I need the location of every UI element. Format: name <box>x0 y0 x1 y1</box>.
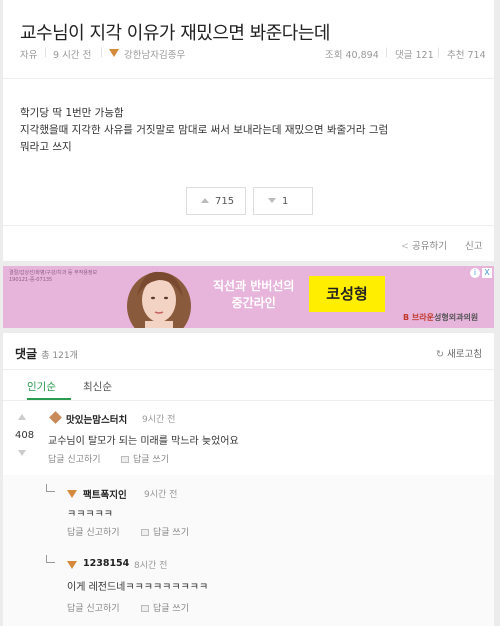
reply-icon <box>141 529 149 536</box>
comment-nick[interactable]: 맛있는맘스터치 <box>66 412 127 426</box>
refresh-icon: ↻ <box>436 349 444 360</box>
comments-title: 댓글 <box>15 347 38 361</box>
user-rank-icon <box>67 561 77 569</box>
comment-text: ㅋㅋㅋㅋㅋ <box>67 509 113 520</box>
reply-icon <box>141 605 149 612</box>
comment-upvote-icon[interactable] <box>18 414 26 420</box>
comment-downvote-icon[interactable] <box>18 450 26 456</box>
clinic-logo-icon: B <box>403 313 410 322</box>
tab-latest[interactable]: 최신순 <box>83 379 112 394</box>
ad-banner[interactable]: 결절/갑상선/화병/구강/치과 등 부작용정보 190121-중-07135 직… <box>3 266 494 328</box>
comment-write-reply[interactable]: 답글 쓰기 <box>141 601 189 614</box>
report-button[interactable]: 신고 <box>465 238 482 252</box>
reply-item: 1238154 8시간 전 이게 레전드네ㅋㅋㅋㅋㅋㅋㅋㅋㅋ 답글 신고하기 답… <box>3 541 494 626</box>
comment-time: 9시간 전 <box>142 415 176 425</box>
ad-brand-box: 코성형 <box>309 276 385 312</box>
ad-model-image <box>127 271 191 328</box>
comment-write-reply[interactable]: 답글 쓰기 <box>121 452 169 465</box>
share-label: 공유하기 <box>412 241 447 252</box>
downvote-count: 1 <box>282 196 289 207</box>
user-rank-icon <box>49 411 62 424</box>
divider <box>3 78 494 79</box>
write-reply-label: 답글 쓰기 <box>153 604 189 614</box>
comment-item: 408 맛있는맘스터치 9시간 전 교수님이 탈모가 되는 미래를 막느라 늦었… <box>3 400 494 474</box>
comment-report-reply[interactable]: 답글 신고하기 <box>67 525 120 538</box>
clinic-suffix: 성형외과의원 <box>434 313 479 322</box>
divider <box>3 225 494 226</box>
upvote-count: 715 <box>215 196 235 207</box>
comment-report-reply[interactable]: 답글 신고하기 <box>67 601 120 614</box>
meta-divider: | <box>385 47 389 58</box>
post-title: 교수님이 지각 이유가 재밌으면 봐준다는데 <box>20 23 330 44</box>
comment-nick[interactable]: 팩트폭지인 <box>83 487 127 501</box>
clinic-name: 브라운 <box>411 313 434 322</box>
view-count: 조회 40,894 <box>325 50 379 61</box>
meta-divider: | <box>100 47 104 58</box>
comment-report-reply[interactable]: 답글 신고하기 <box>48 452 101 465</box>
post-body-line: 학기당 딱 1번만 가능함 <box>20 107 124 119</box>
tab-popular[interactable]: 인기순 <box>27 379 56 394</box>
refresh-label: 새로고침 <box>447 349 482 360</box>
post-body: 학기당 딱 1번만 가능함 지각했을때 지각한 사유를 거짓말로 맘대로 써서 … <box>20 105 388 156</box>
post-card: 교수님이 지각 이유가 재밌으면 봐준다는데 자유 | 9 시간 전 | 강한남… <box>3 0 494 261</box>
share-icon: < <box>401 241 409 252</box>
meta-divider: | <box>437 47 441 58</box>
ad-disclaimer-line: 190121-중-07135 <box>9 277 53 283</box>
comment-time: 9시간 전 <box>144 490 178 500</box>
ad-headline: 직선과 반버선의 중간라인 <box>213 278 294 312</box>
upvote-icon <box>201 198 209 203</box>
comment-write-reply[interactable]: 답글 쓰기 <box>141 525 189 538</box>
ad-clinic-name: B 브라운성형외과의원 <box>403 312 478 323</box>
reply-item: 팩트폭지인 9시간 전 ㅋㅋㅋㅋㅋ 답글 신고하기 답글 쓰기 <box>3 475 494 541</box>
comments-header: 댓글 총 121개 <box>15 345 78 362</box>
comment-nick[interactable]: 1238154 <box>83 558 129 569</box>
author-rank-icon <box>109 47 119 58</box>
comments-card: 댓글 총 121개 ↻ 새로고침 인기순 최신순 408 맛있는맘스터치 9시간… <box>3 333 494 626</box>
upvote-button[interactable]: 715 <box>186 187 246 215</box>
comment-score: 408 <box>15 430 35 441</box>
user-rank-icon <box>67 490 77 498</box>
reply-arrow-icon <box>46 555 55 563</box>
post-body-line: 지각했을때 지각한 사유를 거짓말로 맘대로 써서 보내라는데 재밌으면 봐줄거… <box>20 124 389 136</box>
author-name[interactable]: 강한남자김종우 <box>124 47 185 61</box>
post-time: 9 시간 전 <box>53 50 92 61</box>
comment-time: 8시간 전 <box>134 561 168 571</box>
reply-icon <box>121 456 129 463</box>
reply-arrow-icon <box>46 484 55 492</box>
ad-disclaimer-line: 결절/갑상선/화병/구강/치과 등 부작용정보 <box>9 270 98 276</box>
ad-headline-line: 직선과 반버선의 <box>213 279 295 293</box>
recommend-count: 추천 714 <box>447 50 486 61</box>
ad-headline-line: 중간라인 <box>231 296 276 310</box>
share-button[interactable]: < 공유하기 <box>401 238 447 252</box>
post-body-line: 뭐라고 쓰지 <box>20 141 72 153</box>
write-reply-label: 답글 쓰기 <box>133 455 169 465</box>
write-reply-label: 답글 쓰기 <box>153 528 189 538</box>
meta-divider: | <box>44 47 48 58</box>
board-name[interactable]: 자유 <box>20 47 37 61</box>
ad-close-icon[interactable]: X <box>482 268 492 278</box>
ad-info-icon[interactable]: i <box>470 268 480 278</box>
refresh-button[interactable]: ↻ 새로고침 <box>436 346 482 360</box>
comment-text: 이게 레전드네ㅋㅋㅋㅋㅋㅋㅋㅋㅋ <box>67 582 209 593</box>
comment-count: 댓글 121 <box>395 50 434 61</box>
ad-disclaimer: 결절/갑상선/화병/구강/치과 등 부작용정보 190121-중-07135 <box>9 270 97 284</box>
post-meta: 자유 | 9 시간 전 | 강한남자김종우 조회 40,894 | 댓글 121… <box>20 47 486 61</box>
downvote-icon <box>268 198 276 203</box>
comments-total: 총 121개 <box>41 351 78 361</box>
comment-text: 교수님이 탈모가 되는 미래를 막느라 늦었어요 <box>48 436 239 447</box>
downvote-button[interactable]: 1 <box>253 187 313 215</box>
divider <box>3 369 494 370</box>
